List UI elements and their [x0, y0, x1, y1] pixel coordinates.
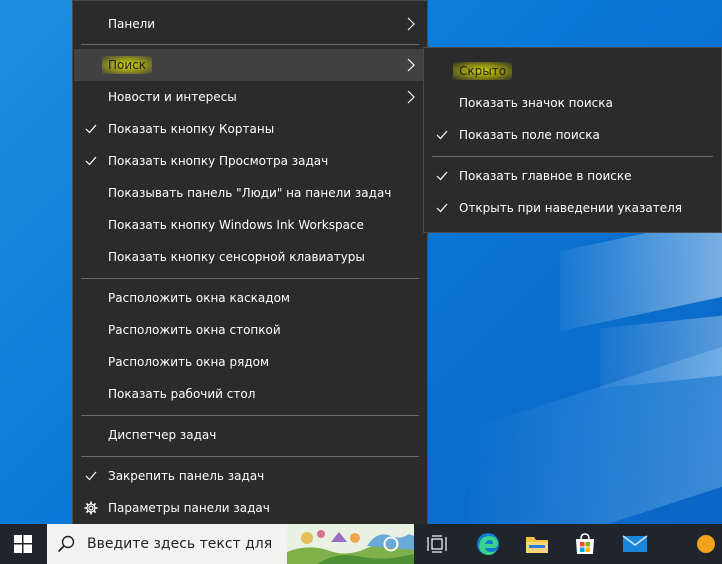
menu-item-show-touch-keyboard[interactable]: Показать кнопку сенсорной клавиатуры — [74, 241, 426, 273]
pinned-app-button[interactable] — [690, 524, 722, 564]
menu-item-show-people[interactable]: Показывать панель "Люди" на панели задач — [74, 177, 426, 209]
menu-item-task-manager[interactable]: Диспетчер задач — [74, 419, 426, 451]
menu-item-label: Панели — [108, 17, 156, 31]
menu-item-side-by-side-windows[interactable]: Расположить окна рядом — [74, 346, 426, 378]
menu-separator — [81, 44, 419, 45]
menu-item-news-and-interests[interactable]: Новости и интересы — [74, 81, 426, 113]
cortana-button[interactable] — [368, 524, 414, 564]
submenu-item-label: Показать главное в поиске — [459, 169, 632, 183]
submenu-item-label: Показать поле поиска — [459, 128, 600, 142]
menu-item-label: Показывать панель "Люди" на панели задач — [108, 186, 392, 200]
submenu-item-label: Скрыто — [453, 62, 513, 80]
menu-item-label: Показать кнопку сенсорной клавиатуры — [108, 250, 365, 264]
search-icon — [57, 535, 75, 553]
checkmark-icon — [85, 471, 97, 481]
menu-separator — [81, 278, 419, 279]
chevron-right-icon — [407, 17, 415, 31]
menu-separator — [432, 156, 713, 157]
gear-icon — [84, 501, 98, 515]
windows-start-icon — [14, 535, 32, 553]
chevron-right-icon — [407, 90, 415, 104]
mail-button[interactable] — [612, 524, 658, 564]
submenu-item-show-search-icon[interactable]: Показать значок поиска — [425, 87, 720, 119]
menu-item-label: Поиск — [102, 56, 153, 74]
search-placeholder: Введите здесь текст для — [87, 536, 273, 552]
checkmark-icon — [85, 124, 97, 134]
start-button[interactable] — [0, 524, 46, 564]
cortana-icon — [383, 536, 399, 552]
task-view-button[interactable] — [414, 524, 460, 564]
menu-item-label: Расположить окна стопкой — [108, 323, 281, 337]
submenu-item-hidden[interactable]: Скрыто — [425, 55, 720, 87]
menu-item-label: Параметры панели задач — [108, 501, 270, 515]
chevron-right-icon — [407, 58, 415, 72]
submenu-item-show-search-highlights[interactable]: Показать главное в поиске — [425, 160, 720, 192]
menu-item-lock-taskbar[interactable]: Закрепить панель задач — [74, 460, 426, 492]
menu-item-label: Закрепить панель задач — [108, 469, 265, 483]
submenu-item-label: Открыть при наведении указателя — [459, 201, 683, 215]
submenu-item-label: Показать значок поиска — [459, 96, 613, 110]
task-view-icon — [427, 535, 447, 553]
menu-separator — [81, 415, 419, 416]
menu-item-show-ink-workspace[interactable]: Показать кнопку Windows Ink Workspace — [74, 209, 426, 241]
menu-item-search[interactable]: Поиск — [74, 49, 426, 81]
app-icon — [697, 535, 715, 553]
menu-item-cascade-windows[interactable]: Расположить окна каскадом — [74, 282, 426, 314]
checkmark-icon — [436, 130, 448, 140]
search-submenu: Скрыто Показать значок поиска Показать п… — [423, 47, 722, 233]
menu-item-show-task-view-button[interactable]: Показать кнопку Просмотра задач — [74, 145, 426, 177]
edge-button[interactable] — [465, 524, 511, 564]
checkmark-icon — [85, 156, 97, 166]
submenu-item-open-on-hover[interactable]: Открыть при наведении указателя — [425, 192, 720, 224]
edge-icon — [477, 533, 499, 555]
submenu-item-show-search-box[interactable]: Показать поле поиска — [425, 119, 720, 151]
taskbar: Введите здесь текст для — [0, 524, 722, 564]
menu-item-label: Показать кнопку Windows Ink Workspace — [108, 218, 364, 232]
checkmark-icon — [436, 171, 448, 181]
menu-item-label: Показать рабочий стол — [108, 387, 256, 401]
menu-item-panels[interactable]: Панели — [74, 8, 426, 40]
taskbar-search-box[interactable]: Введите здесь текст для — [47, 524, 414, 564]
menu-item-label: Диспетчер задач — [108, 428, 217, 442]
checkmark-icon — [436, 203, 448, 213]
menu-item-stack-windows[interactable]: Расположить окна стопкой — [74, 314, 426, 346]
menu-item-label: Новости и интересы — [108, 90, 237, 104]
menu-item-label: Показать кнопку Просмотра задач — [108, 154, 329, 168]
menu-item-taskbar-settings[interactable]: Параметры панели задач — [74, 492, 426, 524]
menu-item-label: Показать кнопку Кортаны — [108, 122, 275, 136]
menu-item-label: Расположить окна каскадом — [108, 291, 290, 305]
microsoft-store-icon — [576, 533, 594, 554]
menu-item-label: Расположить окна рядом — [108, 355, 270, 369]
menu-item-show-cortana-button[interactable]: Показать кнопку Кортаны — [74, 113, 426, 145]
file-explorer-icon — [526, 537, 548, 553]
menu-item-show-desktop[interactable]: Показать рабочий стол — [74, 378, 426, 410]
file-explorer-button[interactable] — [514, 524, 560, 564]
menu-separator — [81, 456, 419, 457]
microsoft-store-button[interactable] — [562, 524, 608, 564]
taskbar-context-menu: Панели Поиск Новости и интересы Показать… — [72, 0, 428, 532]
mail-icon — [622, 535, 648, 552]
